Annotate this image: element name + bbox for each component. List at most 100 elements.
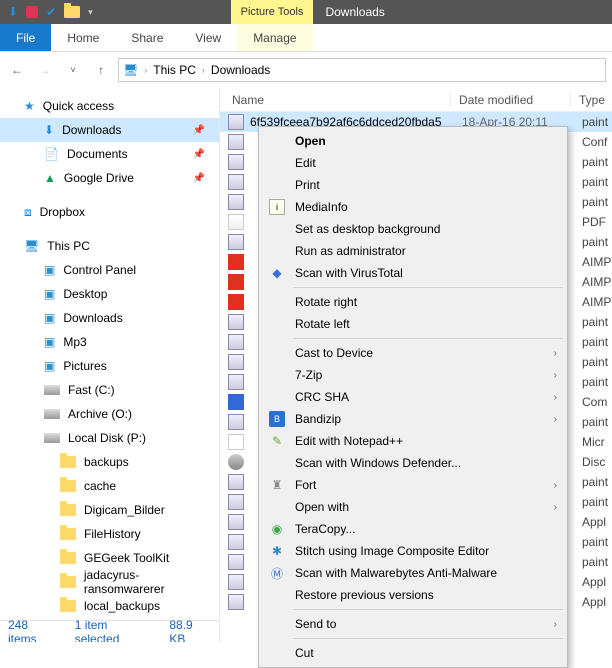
this-pc-label: This PC	[47, 239, 90, 253]
sidebar-item-downloads[interactable]: ▣Downloads	[0, 306, 219, 330]
ctx-mediainfo[interactable]: iMediaInfo	[261, 196, 565, 218]
window-title: Downloads	[313, 5, 396, 19]
sidebar-item-archive-o-[interactable]: Archive (O:)	[0, 402, 219, 426]
down-arrow-icon[interactable]: ⬇	[8, 5, 18, 19]
column-name[interactable]: Name	[220, 93, 450, 107]
sidebar-item-mp3[interactable]: ▣Mp3	[0, 330, 219, 354]
sidebar-folder-gegeek-toolkit[interactable]: GEGeek ToolKit	[0, 546, 219, 570]
folder-icon	[60, 528, 76, 540]
tab-home[interactable]: Home	[51, 24, 115, 51]
ice-icon: ✱	[269, 543, 285, 559]
chevron-right-icon[interactable]: ›	[202, 65, 205, 75]
tab-view[interactable]: View	[179, 24, 237, 51]
sidebar-item-label: FileHistory	[84, 527, 141, 541]
new-folder-icon[interactable]	[64, 6, 80, 18]
malwarebytes-icon: Ⓜ	[269, 565, 285, 581]
sidebar-item-label: Fast (C:)	[68, 383, 115, 397]
ribbon-tabs: File Home Share View Manage	[0, 24, 612, 52]
ctx-set-background[interactable]: Set as desktop background	[261, 218, 565, 240]
ctx-7zip[interactable]: 7-Zip›	[261, 364, 565, 386]
ctx-send-to[interactable]: Send to›	[261, 613, 565, 635]
dsc-file-icon	[228, 454, 244, 470]
ctx-cut[interactable]: Cut	[261, 642, 565, 664]
tab-manage[interactable]: Manage	[237, 24, 312, 51]
sidebar-item-google-drive[interactable]: ▲Google Drive📌	[0, 166, 219, 190]
address-bar[interactable]: 🖥 › This PC › Downloads	[118, 58, 606, 82]
ctx-restore-versions[interactable]: Restore previous versions	[261, 584, 565, 606]
sidebar-item-documents[interactable]: 📄Documents📌	[0, 142, 219, 166]
file-type: Appl	[582, 515, 612, 529]
ctx-open[interactable]: Open	[261, 130, 565, 152]
checkmark-icon[interactable]: ✔	[46, 5, 56, 19]
ctx-print[interactable]: Print	[261, 174, 565, 196]
ctx-cast[interactable]: Cast to Device›	[261, 342, 565, 364]
column-date[interactable]: Date modified	[450, 93, 570, 107]
properties-icon[interactable]	[26, 6, 38, 18]
sidebar-item-control-panel[interactable]: ▣Control Panel	[0, 258, 219, 282]
ctx-windows-defender[interactable]: Scan with Windows Defender...	[261, 452, 565, 474]
ctx-fort[interactable]: ♜Fort›	[261, 474, 565, 496]
item-icon: ⬇	[44, 123, 54, 137]
sidebar-folder-jadacyrus-ransomwarerer[interactable]: jadacyrus-ransomwarerer	[0, 570, 219, 594]
sidebar-item-label: jadacyrus-ransomwarerer	[84, 568, 219, 596]
sidebar-folder-local-backups[interactable]: local_backups	[0, 594, 219, 618]
teracopy-icon: ◉	[269, 521, 285, 537]
dropbox-header[interactable]: ⧈ Dropbox	[0, 200, 219, 224]
file-type: paint	[582, 335, 612, 349]
ctx-malwarebytes[interactable]: ⓂScan with Malwarebytes Anti-Malware	[261, 562, 565, 584]
img-file-icon	[228, 414, 244, 430]
folder-icon	[60, 480, 76, 492]
column-type[interactable]: Type	[570, 93, 612, 107]
ctx-ice[interactable]: ✱Stitch using Image Composite Editor	[261, 540, 565, 562]
ctx-rotate-right[interactable]: Rotate right	[261, 291, 565, 313]
sidebar-item-label: cache	[84, 479, 116, 493]
ctx-rotate-left[interactable]: Rotate left	[261, 313, 565, 335]
file-type: paint	[582, 475, 612, 489]
back-button[interactable]: ←	[6, 59, 28, 81]
sidebar-item-label: Downloads	[63, 311, 122, 325]
fort-icon: ♜	[269, 477, 285, 493]
quick-access-header[interactable]: ★ Quick access	[0, 94, 219, 118]
sidebar-item-label: Documents	[67, 147, 128, 161]
ctx-edit[interactable]: Edit	[261, 152, 565, 174]
recent-dropdown-icon[interactable]: ˅	[62, 59, 84, 81]
this-pc-header[interactable]: 🖥 This PC	[0, 234, 219, 258]
sidebar-item-local-disk-p-[interactable]: Local Disk (P:)	[0, 426, 219, 450]
ctx-crc-sha[interactable]: CRC SHA›	[261, 386, 565, 408]
sidebar-folder-backups[interactable]: backups	[0, 450, 219, 474]
img-file-icon	[228, 134, 244, 150]
address-bar-row: ← → ˅ ↑ 🖥 › This PC › Downloads	[0, 52, 612, 88]
pdf-file-icon	[228, 214, 244, 230]
ctx-run-as-admin[interactable]: Run as administrator	[261, 240, 565, 262]
sidebar-folder-digicam-bilder[interactable]: Digicam_Bilder	[0, 498, 219, 522]
ctx-notepad-pp[interactable]: ✎Edit with Notepad++	[261, 430, 565, 452]
sidebar-item-label: Desktop	[63, 287, 107, 301]
ctx-separator	[293, 638, 563, 639]
img-file-icon	[228, 494, 244, 510]
sidebar-item-fast-c-[interactable]: Fast (C:)	[0, 378, 219, 402]
breadcrumb-downloads[interactable]: Downloads	[211, 63, 270, 77]
ctx-teracopy[interactable]: ◉TeraCopy...	[261, 518, 565, 540]
ctx-bandizip[interactable]: BBandizip›	[261, 408, 565, 430]
sidebar-folder-filehistory[interactable]: FileHistory	[0, 522, 219, 546]
sidebar-folder-cache[interactable]: cache	[0, 474, 219, 498]
sidebar-item-downloads[interactable]: ⬇Downloads📌	[0, 118, 219, 142]
quick-access-toolbar: ⬇ ✔ ▾	[0, 5, 101, 19]
file-type: Appl	[582, 595, 612, 609]
chevron-right-icon[interactable]: ›	[144, 65, 147, 75]
file-tab[interactable]: File	[0, 24, 51, 51]
qat-dropdown-icon[interactable]: ▾	[88, 7, 93, 18]
img-file-icon	[228, 574, 244, 590]
sidebar-item-pictures[interactable]: ▣Pictures	[0, 354, 219, 378]
up-button[interactable]: ↑	[90, 59, 112, 81]
breadcrumb-this-pc[interactable]: This PC	[153, 63, 196, 77]
sidebar-item-desktop[interactable]: ▣Desktop	[0, 282, 219, 306]
file-type: AIMP	[582, 295, 612, 309]
tab-share[interactable]: Share	[115, 24, 179, 51]
ctx-virustotal[interactable]: ◆Scan with VirusTotal	[261, 262, 565, 284]
sidebar-item-label: Local Disk (P:)	[68, 431, 146, 445]
ctx-open-with[interactable]: Open with›	[261, 496, 565, 518]
img-file-icon	[228, 534, 244, 550]
img-file-icon	[228, 474, 244, 490]
file-type: Disc	[582, 455, 612, 469]
